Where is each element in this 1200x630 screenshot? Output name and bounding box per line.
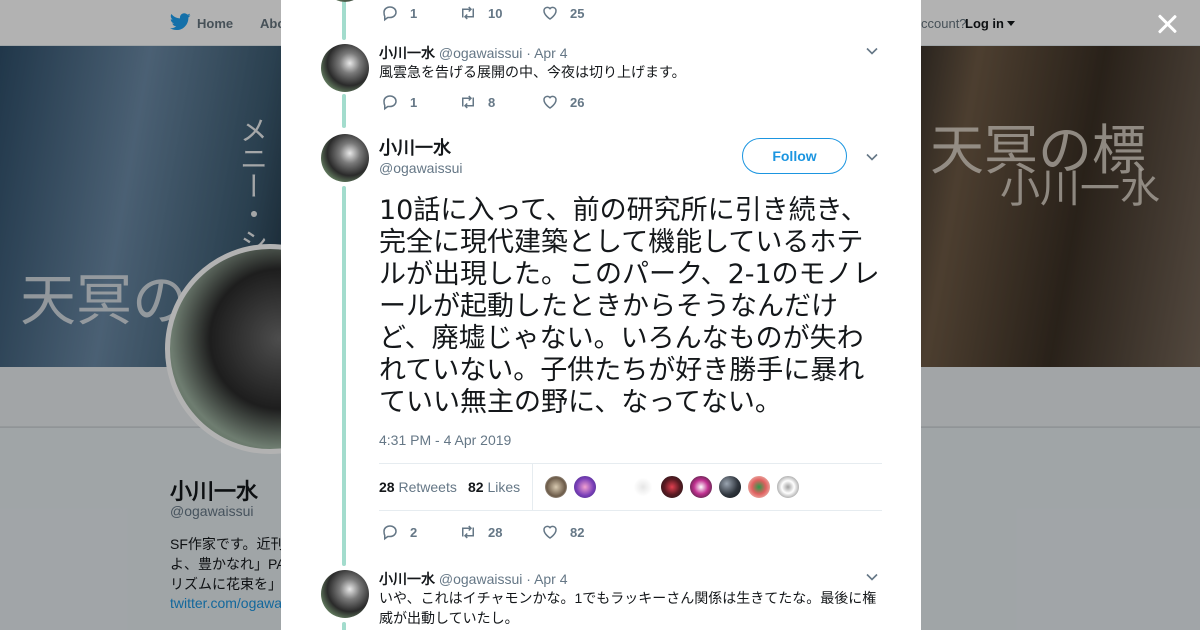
close-icon[interactable] [1155, 12, 1179, 36]
liker-avatar[interactable] [602, 475, 626, 499]
likes-stat[interactable]: 82 Likes [468, 479, 520, 495]
tweet-actions: 1 10 25 [381, 3, 584, 23]
liker-avatar[interactable] [747, 475, 771, 499]
retweet-icon [462, 525, 474, 539]
retweets-count: 28 [379, 479, 395, 495]
liker-avatar[interactable] [689, 475, 713, 499]
tweet-text: 風雲急を告げる展開の中、今夜は切り上げます。 [379, 64, 686, 80]
separator-dot: · [526, 45, 531, 61]
reply-button[interactable]: 1 [381, 92, 459, 112]
tweet-date[interactable]: Apr 4 [534, 571, 567, 587]
retweet-count: 8 [488, 94, 496, 110]
liker-avatar[interactable] [573, 475, 597, 499]
like-count: 25 [570, 5, 585, 21]
tweet-author-name[interactable]: 小川一水 [379, 571, 435, 587]
like-button[interactable]: 25 [541, 3, 584, 23]
chevron-down-icon[interactable] [865, 44, 879, 58]
retweet-button[interactable]: 10 [459, 3, 541, 23]
main-tweet-timestamp[interactable]: 4:31 PM - 4 Apr 2019 [379, 432, 511, 448]
heart-icon [543, 525, 557, 539]
follow-button[interactable]: Follow [742, 138, 847, 174]
like-count: 82 [570, 524, 585, 540]
stats-divider [532, 464, 533, 511]
main-tweet-text: 10話に入って、前の研究所に引き続き、完全に現代建築として機能しているホテルが出… [379, 195, 880, 418]
like-count: 26 [570, 94, 585, 110]
main-tweet-author-name[interactable]: 小川一水 [379, 134, 451, 160]
retweet-icon [462, 6, 474, 20]
main-tweet-author-handle[interactable]: @ogawaissui [379, 160, 462, 176]
tweet-author-handle[interactable]: @ogawaissui [439, 45, 522, 61]
tweet-actions: 1 8 26 [381, 92, 584, 112]
reply-count: 1 [410, 5, 418, 21]
retweet-button[interactable]: 28 [459, 522, 541, 542]
like-button[interactable]: 26 [541, 92, 584, 112]
thread-line [342, 186, 346, 566]
reply-icon [383, 525, 397, 541]
separator-dot: · [526, 571, 531, 587]
thread-line [342, 0, 346, 40]
retweet-count: 28 [488, 524, 503, 540]
avatar[interactable] [321, 570, 369, 618]
reply-icon [383, 6, 397, 22]
likes-count: 82 [468, 479, 484, 495]
tweet-author-name[interactable]: 小川一水 [379, 45, 435, 61]
retweets-label: Retweets [398, 479, 457, 495]
reply-icon [383, 95, 397, 111]
avatar[interactable] [325, 0, 365, 2]
retweet-count: 10 [488, 5, 503, 21]
likes-label: Likes [487, 479, 521, 495]
tweet-header: 小川一水 @ogawaissui · Apr 4 [379, 569, 568, 589]
liker-avatar[interactable] [776, 475, 800, 499]
thread-line [342, 622, 346, 630]
tweet-header: 小川一水 @ogawaissui · Apr 4 [379, 43, 568, 63]
tweet-stats: 28 Retweets 82 Likes [379, 463, 882, 511]
heart-icon [543, 95, 557, 109]
tweet-modal: 1 10 25 小川一水 @ogawaissui · Apr 4 風雲急を告げる… [281, 0, 921, 630]
retweets-stat[interactable]: 28 Retweets [379, 479, 457, 495]
reply-count: 1 [410, 94, 418, 110]
reply-button[interactable]: 2 [381, 522, 459, 542]
chevron-down-icon[interactable] [865, 150, 879, 164]
reply-count: 2 [410, 524, 418, 540]
tweet-text: いや、これはイチャモンかな。1でもラッキーさん関係は生きてたな。最後に権威が出動… [379, 590, 877, 626]
like-button[interactable]: 82 [541, 522, 584, 542]
liker-avatar[interactable] [660, 475, 684, 499]
reply-button[interactable]: 1 [381, 3, 459, 23]
avatar[interactable] [321, 134, 369, 182]
tweet-date[interactable]: Apr 4 [534, 45, 567, 61]
liker-avatar[interactable] [718, 475, 742, 499]
heart-icon [543, 6, 557, 20]
retweet-icon [462, 95, 474, 109]
liker-avatar[interactable] [544, 475, 568, 499]
retweet-button[interactable]: 8 [459, 92, 541, 112]
chevron-down-icon[interactable] [865, 570, 879, 584]
liker-avatar[interactable] [631, 475, 655, 499]
tweet-actions: 2 28 82 [381, 522, 584, 542]
avatar[interactable] [321, 44, 369, 92]
thread-line [342, 94, 346, 128]
tweet-author-handle[interactable]: @ogawaissui [439, 571, 522, 587]
